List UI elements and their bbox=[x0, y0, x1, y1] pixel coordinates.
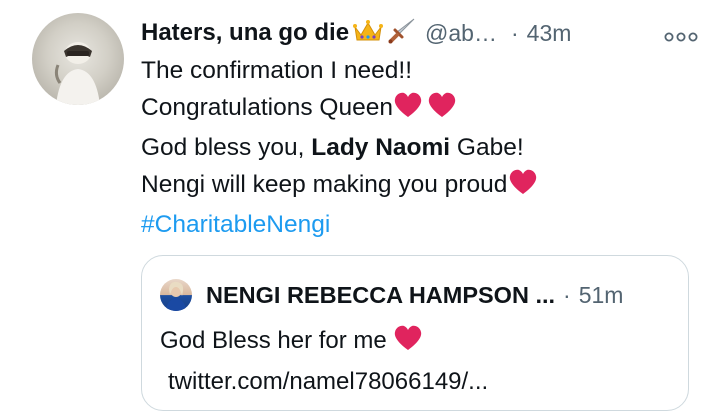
heart-icon bbox=[393, 91, 423, 131]
tweet[interactable]: Haters, una go die @ab… · 43m The confir… bbox=[0, 0, 720, 414]
quoted-line-text: God Bless her for me bbox=[160, 327, 387, 354]
mention-bold: Lady Naomi bbox=[311, 134, 451, 161]
quoted-link[interactable]: twitter.com/namel78066149/... bbox=[160, 363, 670, 400]
crown-icon bbox=[353, 19, 384, 48]
quoted-author-name[interactable]: NENGI REBECCA HAMPSON ... bbox=[206, 282, 555, 309]
quoted-timestamp[interactable]: 51m bbox=[579, 282, 624, 309]
tweet-line: God bless you, Lady Naomi Gabe! bbox=[141, 130, 701, 167]
quoted-tweet[interactable]: NENGI REBECCA HAMPSON ... · 51m God Bles… bbox=[141, 255, 689, 411]
tweet-line-text: God bless you, bbox=[141, 134, 312, 161]
tweet-text: The confirmation I need!! Congratulation… bbox=[141, 53, 701, 244]
tweet-line: Congratulations Queen bbox=[141, 90, 701, 131]
quoted-tweet-header: NENGI REBECCA HAMPSON ... · 51m bbox=[160, 278, 672, 312]
author-handle[interactable]: @ab… bbox=[425, 20, 497, 47]
tweet-line-text: Nengi will keep making you proud bbox=[141, 170, 508, 198]
heart-icon bbox=[393, 324, 423, 363]
quoted-author-avatar[interactable] bbox=[160, 279, 192, 311]
more-options-icon[interactable] bbox=[664, 29, 698, 42]
heart-icon bbox=[423, 91, 457, 131]
author-name[interactable]: Haters, una go die bbox=[141, 19, 349, 47]
tweet-line: The confirmation I need!! bbox=[141, 53, 701, 90]
tweet-header: Haters, una go die @ab… · 43m bbox=[141, 16, 696, 50]
header-separator: · bbox=[510, 19, 519, 46]
tweet-line-text: The confirmation I need!! bbox=[141, 57, 413, 84]
tweet-line-text: Gabe! bbox=[450, 134, 524, 161]
tweet-line: Nengi will keep making you proud bbox=[141, 167, 701, 208]
tweet-timestamp[interactable]: 43m bbox=[527, 20, 572, 47]
quoted-tweet-text: God Bless her for me twitter.com/namel78… bbox=[160, 322, 670, 400]
dagger-icon bbox=[387, 17, 417, 50]
quoted-line: God Bless her for me bbox=[160, 322, 670, 363]
quoted-header-separator: · bbox=[563, 281, 571, 308]
author-avatar[interactable] bbox=[32, 13, 124, 105]
tweet-line-text: Congratulations Queen bbox=[141, 93, 393, 121]
heart-icon bbox=[507, 168, 539, 208]
hashtag-link[interactable]: #CharitableNengi bbox=[141, 207, 701, 244]
